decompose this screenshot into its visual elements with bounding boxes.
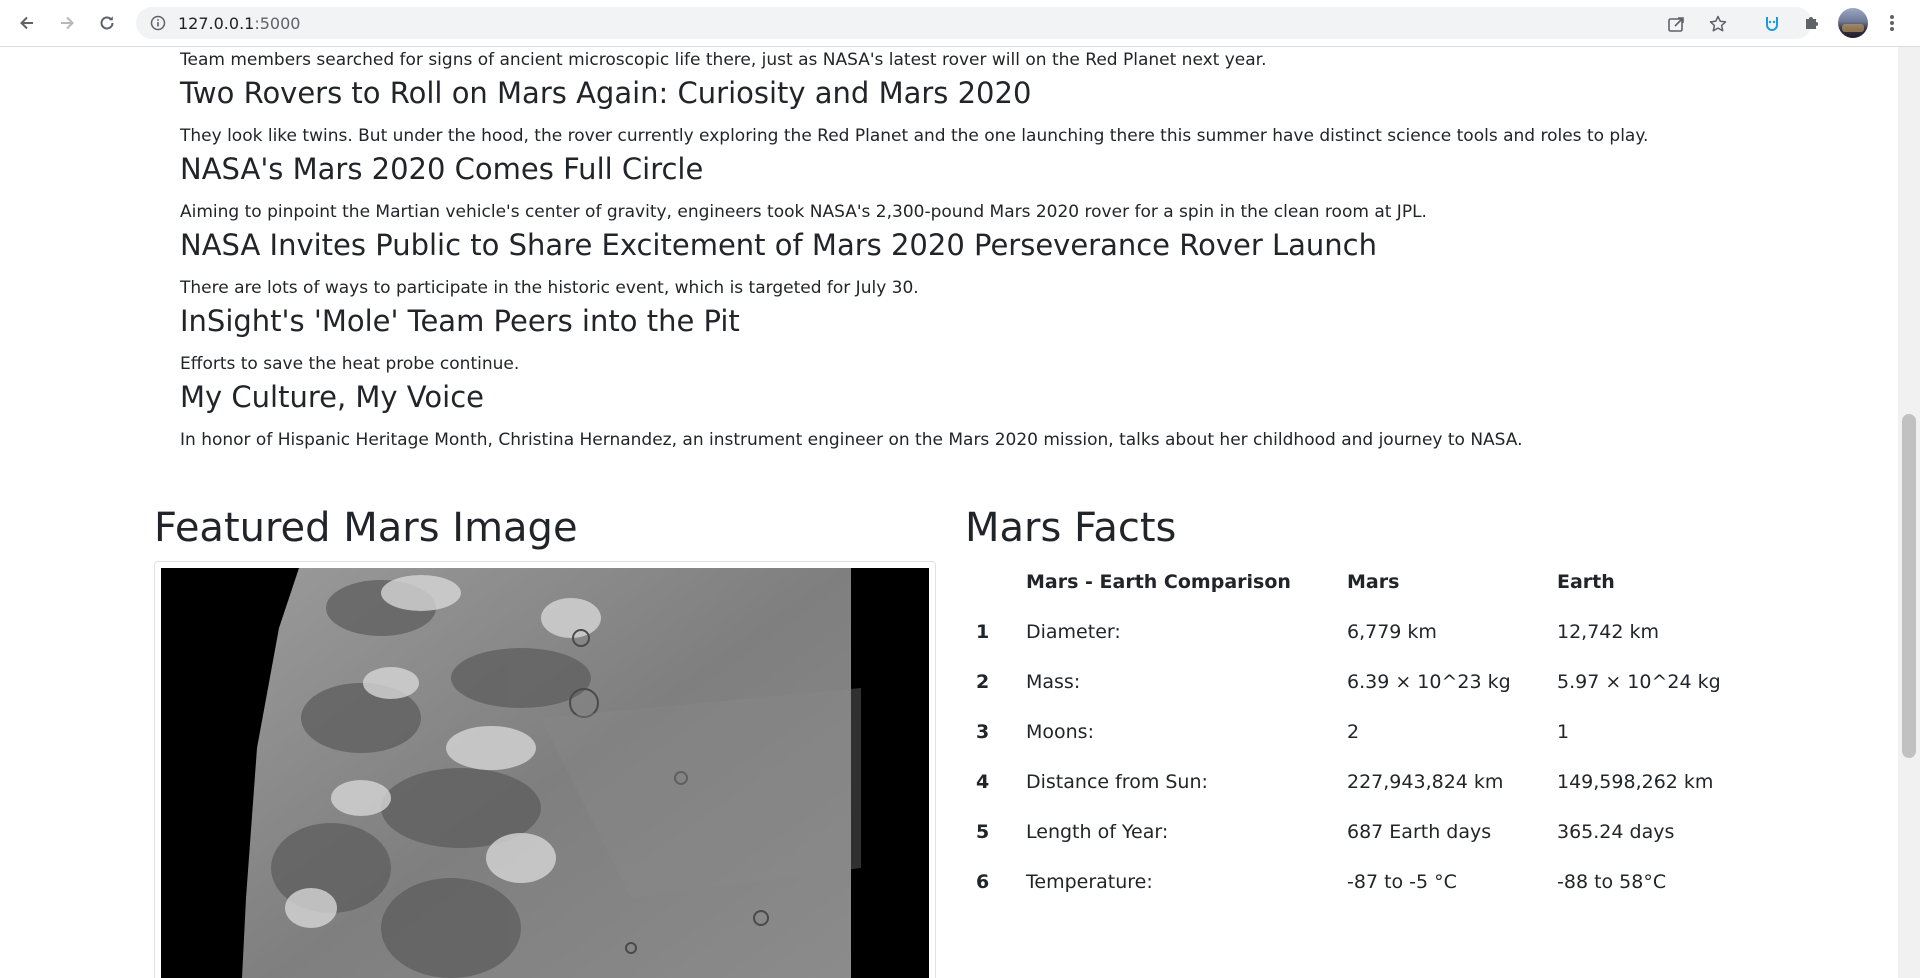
column-header-earth: Earth [1557,571,1615,593]
fact-label: Moons: [1026,721,1094,743]
mars-facts-heading: Mars Facts [965,505,1177,551]
scrollbar-thumb[interactable] [1902,414,1916,758]
earth-value: 12,742 km [1557,621,1660,643]
back-button[interactable] [12,8,42,38]
table-row: 3 Moons: 2 1 [966,707,1797,757]
row-index: 6 [976,871,990,893]
news-title: NASA Invites Public to Share Excitement … [180,228,1377,262]
share-icon[interactable] [1666,14,1686,39]
table-header-row: Mars - Earth Comparison Mars Earth [966,557,1797,607]
earth-value: 1 [1557,721,1570,743]
featured-image-heading: Featured Mars Image [154,505,578,551]
forward-arrow-icon [61,16,74,30]
row-index: 2 [976,671,990,693]
row-index: 1 [976,621,990,643]
row-index: 4 [976,771,990,793]
featured-image-frame [154,561,936,978]
mars-value: 6.39 × 10^23 kg [1347,671,1511,693]
extensions-puzzle-icon[interactable] [1797,8,1827,38]
table-row: 4 Distance from Sun: 227,943,824 km 149,… [966,757,1797,807]
table-row: 6 Temperature: -87 to -5 °C -88 to 58°C [966,857,1797,907]
table-row: 5 Length of Year: 687 Earth days 365.24 … [966,807,1797,857]
news-title: NASA's Mars 2020 Comes Full Circle [180,152,704,186]
mars-value: 6,779 km [1347,621,1437,643]
forward-button[interactable] [52,8,82,38]
featured-mars-image[interactable] [161,568,929,978]
menu-kebab-icon[interactable] [1877,8,1907,38]
mars-value: 2 [1347,721,1360,743]
mars-facts-table: Mars - Earth Comparison Mars Earth 1 Dia… [966,557,1797,907]
bookmark-star-icon[interactable] [1708,14,1728,39]
mars-value: -87 to -5 °C [1347,871,1457,893]
fact-label: Distance from Sun: [1026,771,1208,793]
back-arrow-icon [20,16,33,30]
mars-value: 227,943,824 km [1347,771,1504,793]
column-header-comparison: Mars - Earth Comparison [1026,571,1291,593]
fact-label: Length of Year: [1026,821,1169,843]
browser-toolbar: 127.0.0.1:5000 [0,0,1920,47]
earth-value: 365.24 days [1557,821,1675,843]
fact-label: Mass: [1026,671,1081,693]
news-title: Two Rovers to Roll on Mars Again: Curios… [180,76,1032,110]
earth-value: 5.97 × 10^24 kg [1557,671,1721,693]
column-header-index [966,557,1026,607]
fact-label: Temperature: [1026,871,1153,893]
page-content: Team members searched for signs of ancie… [0,47,1898,978]
profile-avatar[interactable] [1838,8,1868,38]
earth-value: 149,598,262 km [1557,771,1714,793]
news-title: My Culture, My Voice [180,380,484,414]
news-title: InSight's 'Mole' Team Peers into the Pit [180,304,740,338]
row-index: 3 [976,721,990,743]
news-teaser: Aiming to pinpoint the Martian vehicle's… [180,202,1427,222]
url-text: 127.0.0.1:5000 [178,14,301,33]
site-info-icon[interactable] [150,15,166,36]
extension-icon[interactable] [1757,8,1787,38]
news-teaser: Team members searched for signs of ancie… [180,50,1267,70]
mars-value: 687 Earth days [1347,821,1492,843]
address-bar[interactable]: 127.0.0.1:5000 [136,7,1812,39]
column-header-mars: Mars [1347,571,1400,593]
row-index: 5 [976,821,990,843]
news-teaser: In honor of Hispanic Heritage Month, Chr… [180,430,1523,450]
news-teaser: They look like twins. But under the hood… [180,126,1649,146]
news-teaser: There are lots of ways to participate in… [180,278,919,298]
fact-label: Diameter: [1026,621,1121,643]
vertical-scrollbar[interactable] [1898,47,1920,978]
earth-value: -88 to 58°C [1557,871,1667,893]
table-row: 2 Mass: 6.39 × 10^23 kg 5.97 × 10^24 kg [966,657,1797,707]
reload-button[interactable] [92,8,122,38]
table-row: 1 Diameter: 6,779 km 12,742 km [966,607,1797,657]
news-teaser: Efforts to save the heat probe continue. [180,354,520,374]
reload-icon [100,16,114,30]
